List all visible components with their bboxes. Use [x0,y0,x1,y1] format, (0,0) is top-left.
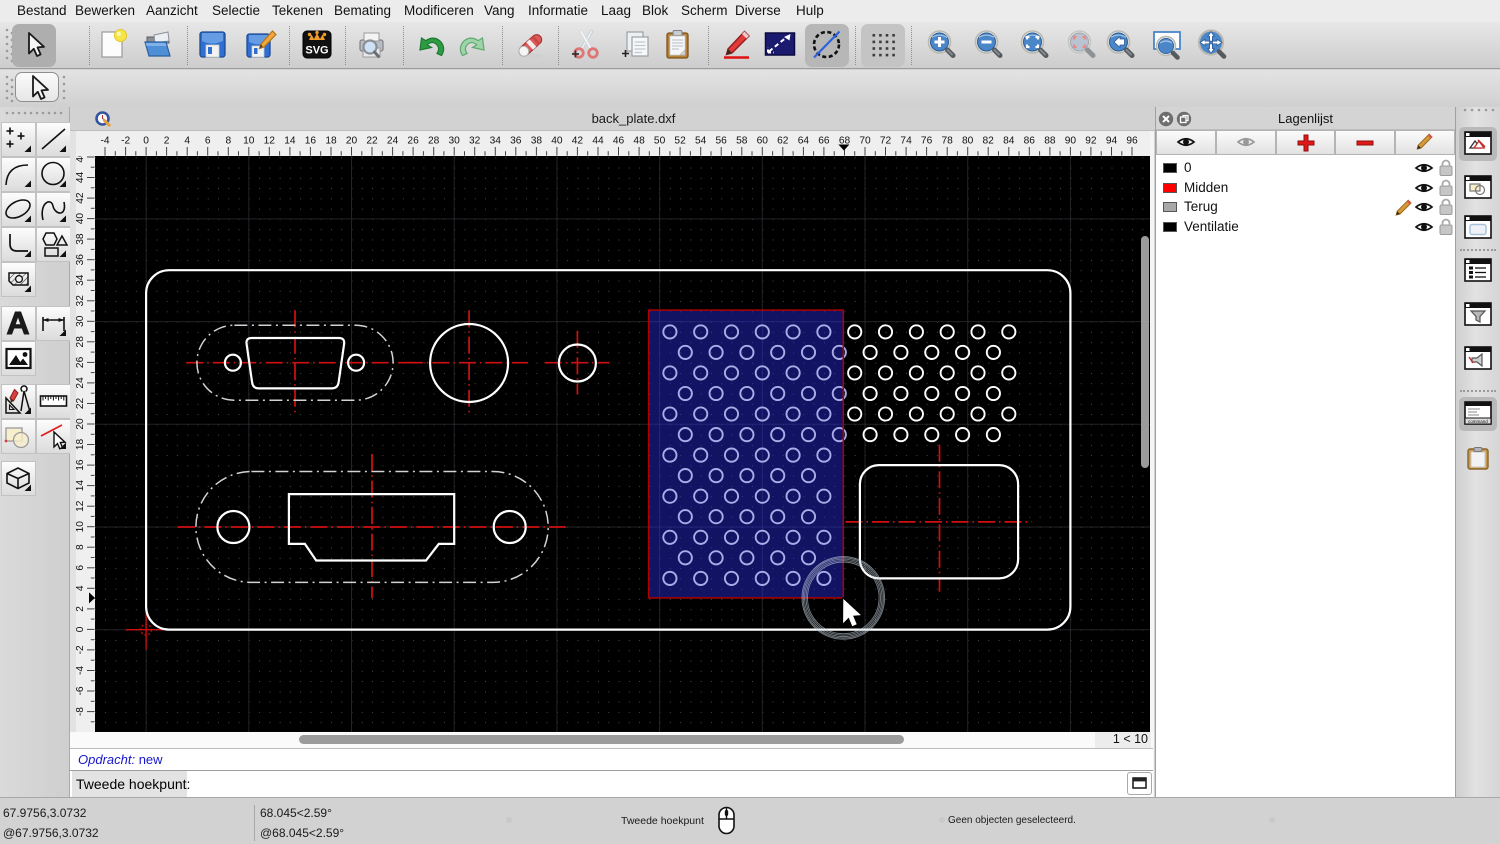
svg-text:34: 34 [490,136,502,147]
svg-text:6: 6 [76,565,86,571]
svg-text:0: 0 [143,136,149,147]
svg-text:24: 24 [387,136,399,147]
svg-text:70: 70 [859,136,871,147]
svg-text:28: 28 [76,336,86,348]
svg-text:60: 60 [757,136,769,147]
svg-text:52: 52 [674,136,686,147]
svg-text:22: 22 [76,398,86,410]
svg-text:32: 32 [469,136,481,147]
svg-text:40: 40 [551,136,563,147]
svg-text:8: 8 [76,544,86,550]
svg-text:42: 42 [76,192,86,204]
svg-text:80: 80 [962,136,974,147]
svg-text:24: 24 [76,377,86,389]
svg-text:26: 26 [407,136,419,147]
svg-text:30: 30 [76,315,86,327]
svg-text:SVG: SVG [305,45,328,57]
svg-text:28: 28 [428,136,440,147]
svg-text:-6: -6 [76,686,86,695]
svg-text:26: 26 [76,356,86,368]
svg-text:20: 20 [346,136,358,147]
svg-text:14: 14 [284,136,296,147]
svg-text:18: 18 [325,136,337,147]
svg-text:10: 10 [243,136,255,147]
svg-text:34: 34 [76,274,86,286]
svg-text:94: 94 [1106,136,1118,147]
svg-text:-2: -2 [76,645,86,654]
svg-text:22: 22 [366,136,378,147]
svg-text:74: 74 [900,136,912,147]
svg-text:-4: -4 [76,666,86,675]
svg-text:48: 48 [633,136,645,147]
svg-text:38: 38 [531,136,543,147]
svg-text:4: 4 [184,136,190,147]
svg-text:46: 46 [76,156,86,163]
svg-text:58: 58 [736,136,748,147]
svg-text:64: 64 [798,136,810,147]
svg-text:36: 36 [76,254,86,266]
svg-text:16: 16 [76,459,86,471]
svg-text:2: 2 [76,606,86,612]
svg-text:84: 84 [1003,136,1015,147]
svg-text:56: 56 [716,136,728,147]
svg-text:44: 44 [76,172,86,184]
svg-text:82: 82 [983,136,995,147]
svg-text:4: 4 [76,585,86,591]
svg-text:12: 12 [264,136,276,147]
svg-text:6: 6 [205,136,211,147]
svg-text:62: 62 [777,136,789,147]
svg-text:88: 88 [1044,136,1056,147]
svg-text:96: 96 [1126,136,1138,147]
svg-text:46: 46 [613,136,625,147]
svg-text:32: 32 [76,295,86,307]
svg-text:78: 78 [942,136,954,147]
svg-text:30: 30 [449,136,461,147]
svg-text:86: 86 [1024,136,1036,147]
svg-text:12: 12 [76,500,86,512]
svg-text:44: 44 [592,136,604,147]
svg-text:40: 40 [76,213,86,225]
svg-text:66: 66 [818,136,830,147]
svg-text:-2: -2 [121,136,130,147]
svg-text:command: command [1468,419,1488,424]
svg-text:72: 72 [880,136,892,147]
svg-text:2: 2 [164,136,170,147]
svg-text:38: 38 [76,233,86,245]
svg-text:18: 18 [76,439,86,451]
svg-text:20: 20 [76,418,86,430]
svg-text:-4: -4 [100,136,109,147]
svg-text:-8: -8 [76,707,86,716]
svg-text:8: 8 [225,136,231,147]
svg-text:90: 90 [1065,136,1077,147]
svg-text:16: 16 [305,136,317,147]
svg-text:50: 50 [654,136,666,147]
svg-text:76: 76 [921,136,933,147]
svg-text:54: 54 [695,136,707,147]
svg-text:92: 92 [1085,136,1097,147]
svg-text:14: 14 [76,480,86,492]
svg-text:0: 0 [76,626,86,632]
svg-text:42: 42 [572,136,584,147]
svg-text:36: 36 [510,136,522,147]
svg-text:10: 10 [76,521,86,533]
